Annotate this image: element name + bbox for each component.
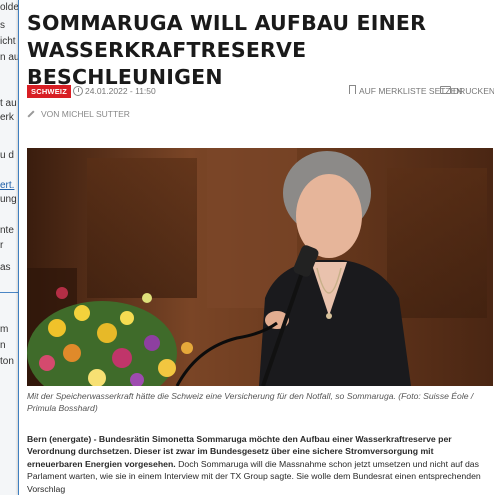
photo-illustration [27,148,493,386]
pencil-icon [27,110,35,118]
article-meta-row: SCHWEIZ 24.01.2022 - 11:50 AUF MERKLISTE… [27,84,494,100]
bookmark-icon[interactable] [349,85,356,94]
article-lead: Bern (energate) - Bundesrätin Simonetta … [27,433,491,495]
article-photo [27,148,493,386]
photo-caption: Mit der Speicherwasserkraft hätte die Sc… [27,391,474,413]
author-byline: VON MICHEL SUTTER [41,109,130,119]
print-icon[interactable] [440,86,451,94]
clock-icon [73,86,83,96]
article-headline: SOMMARUGA WILL AUFBAU EINER WASSERKRAFTR… [27,11,427,89]
publish-date: 24.01.2022 - 11:50 [85,86,156,96]
article-popup: SOMMARUGA WILL AUFBAU EINER WASSERKRAFTR… [18,0,494,495]
print-link[interactable]: DRUCKEN [453,86,494,96]
category-badge[interactable]: SCHWEIZ [27,85,71,98]
